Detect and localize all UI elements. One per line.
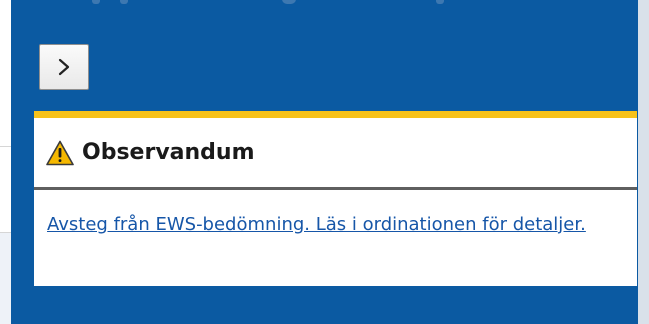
- header-icon: [120, 0, 128, 4]
- divider: [0, 146, 11, 147]
- background-content: [0, 0, 11, 324]
- notice-body: Avsteg från EWS-bedömning. Läs i ordinat…: [47, 208, 607, 241]
- warning-triangle-icon: [46, 140, 74, 165]
- notice-card: Observandum Avsteg från EWS-bedömning. L…: [34, 111, 637, 286]
- screen: Observandum Avsteg från EWS-bedömning. L…: [0, 0, 649, 324]
- header-icon: [282, 0, 296, 4]
- expand-panel-button[interactable]: [39, 44, 89, 90]
- notice-header: Observandum: [34, 118, 637, 187]
- header-icon: [436, 0, 444, 4]
- scrollbar-track[interactable]: [638, 0, 649, 324]
- chevron-right-icon: [58, 58, 70, 76]
- header-icon: [92, 0, 100, 4]
- header-bar: [0, 0, 649, 12]
- notice-divider: [34, 187, 637, 190]
- background-row: [0, 233, 11, 324]
- notice-title: Observandum: [82, 140, 255, 165]
- notice-message-link[interactable]: Avsteg från EWS-bedömning. Läs i ordinat…: [47, 214, 586, 235]
